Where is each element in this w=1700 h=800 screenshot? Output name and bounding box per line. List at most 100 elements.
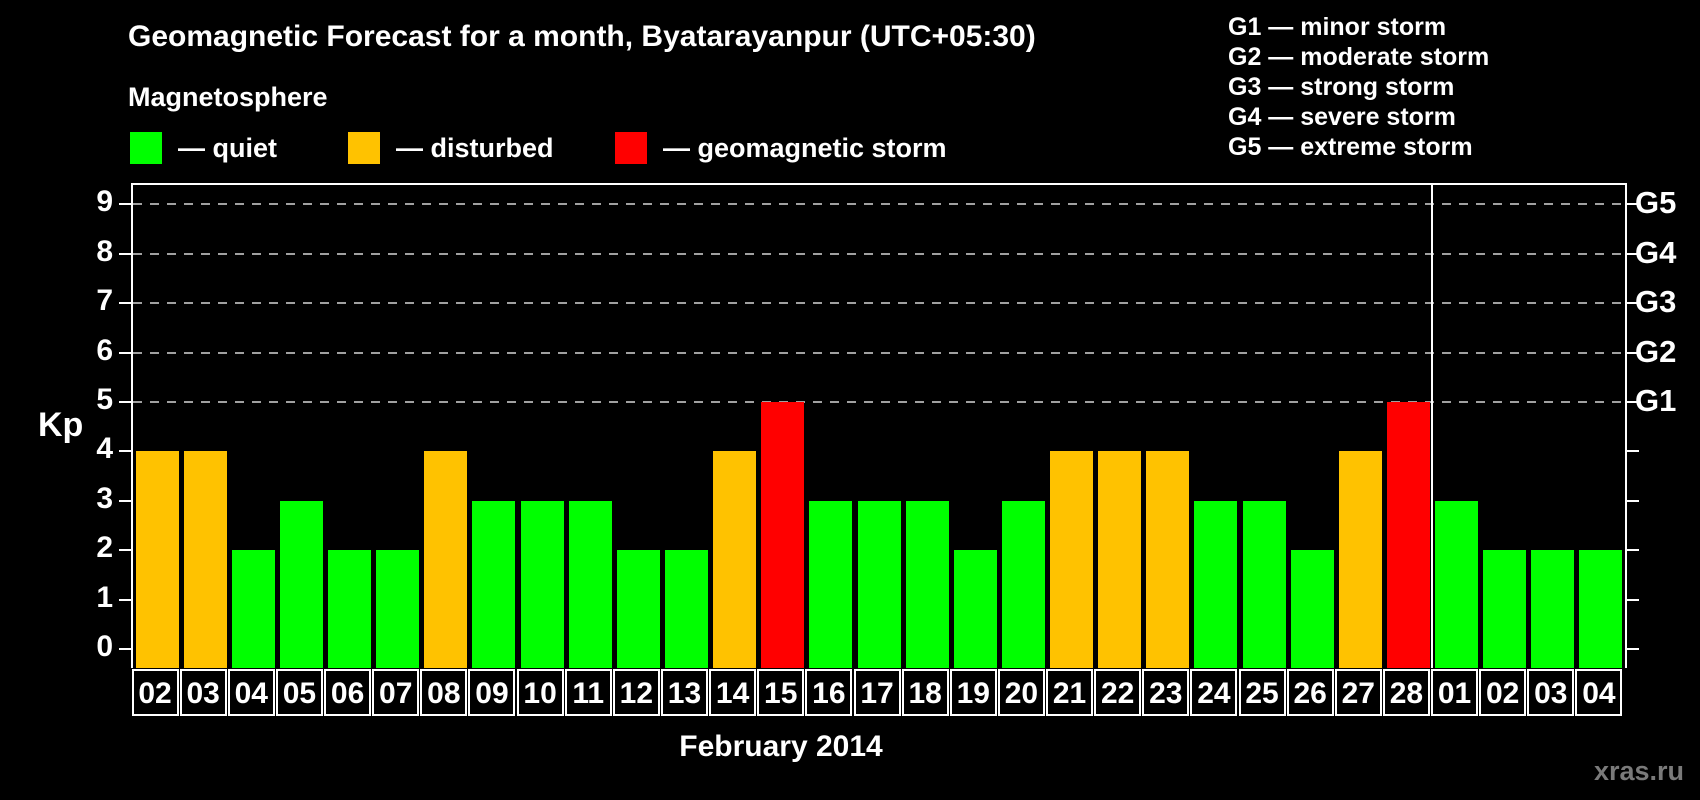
grid-line — [133, 302, 1625, 305]
y-tick — [119, 648, 131, 650]
legend-item-disturbed: — disturbed — [348, 132, 554, 164]
day-label-cell: 05 — [275, 669, 323, 716]
kp-bar — [1001, 500, 1045, 668]
day-label-cell: 28 — [1382, 669, 1430, 716]
kp-bar — [1242, 500, 1286, 668]
legend-label-storm: — geomagnetic storm — [663, 132, 947, 163]
kp-bar — [1531, 550, 1575, 668]
y-tick-right — [1627, 499, 1639, 502]
day-label-cell: 27 — [1334, 669, 1382, 716]
y-tick-right — [1627, 450, 1639, 453]
kp-bar — [424, 451, 468, 668]
kp-bar — [1146, 451, 1190, 668]
month-separator-line — [1431, 185, 1434, 668]
storm-scale-g4: G4 — severe storm — [1228, 103, 1456, 131]
g-axis-label: G3 — [1635, 284, 1677, 320]
kp-bar — [664, 550, 708, 668]
y-tick-label: 1 — [96, 580, 113, 614]
kp-bar — [328, 550, 372, 668]
g-axis-label: G2 — [1635, 333, 1677, 369]
y-tick-label: 5 — [96, 383, 113, 416]
y-tick — [119, 302, 131, 305]
legend-heading: Magnetosphere — [128, 82, 328, 112]
y-tick — [119, 203, 131, 206]
day-label-cell: 01 — [1431, 669, 1479, 716]
day-label-cell: 23 — [1142, 669, 1190, 716]
g-axis-label: G1 — [1635, 383, 1677, 418]
y-tick — [119, 252, 131, 255]
y-tick-label: 2 — [96, 531, 113, 565]
day-label-cell: 25 — [1238, 669, 1286, 716]
day-label-cell: 22 — [1094, 669, 1142, 716]
g-axis-label: G5 — [1635, 185, 1677, 221]
kp-bar — [1435, 500, 1479, 668]
kp-bar — [1050, 451, 1094, 668]
kp-bar — [376, 550, 420, 668]
y-tick — [119, 499, 131, 502]
kp-bar — [857, 500, 901, 668]
kp-bar — [183, 451, 227, 668]
g-axis-label: G4 — [1635, 234, 1677, 270]
day-label-cell: 15 — [757, 669, 805, 716]
kp-bar — [1579, 550, 1623, 668]
day-label-cell: 10 — [516, 669, 564, 716]
storm-scale-legend: G1 — minor storm G2 — moderate storm G3 … — [1228, 12, 1489, 162]
kp-bar — [472, 500, 516, 668]
day-label-cell: 13 — [660, 669, 708, 716]
day-label-cell: 14 — [709, 669, 757, 716]
kp-bar — [761, 402, 805, 668]
y-tick-right — [1627, 549, 1639, 552]
y-tick — [119, 351, 131, 354]
day-label-cell: 04 — [1575, 669, 1623, 716]
kp-bar — [568, 500, 612, 668]
day-label-cell: 11 — [564, 669, 612, 716]
legend-label-disturbed: — disturbed — [396, 132, 554, 163]
y-tick-right — [1627, 598, 1639, 601]
day-label-cell: 19 — [949, 669, 997, 716]
y-tick — [119, 401, 131, 403]
y-tick-label: 4 — [96, 432, 113, 466]
kp-bar — [616, 550, 660, 668]
y-tick — [119, 450, 131, 453]
day-label-cell: 17 — [853, 669, 901, 716]
day-label-cell: 20 — [997, 669, 1045, 716]
storm-color-swatch — [615, 132, 647, 164]
kp-bar — [520, 500, 564, 668]
day-label-cell: 04 — [227, 669, 275, 716]
day-axis-row: 02 03 04 05 06 07 08 09 10 11 12 13 14 15 16 17 18 19 20 21… — [131, 669, 1623, 716]
kp-bar — [1098, 451, 1142, 668]
day-label-cell: 08 — [420, 669, 468, 716]
kp-bar — [713, 451, 757, 668]
day-label-cell: 02 — [131, 669, 179, 716]
legend-label-quiet: — quiet — [178, 132, 277, 163]
day-label-cell: 18 — [901, 669, 949, 716]
disturbed-color-swatch — [348, 132, 380, 164]
grid-line — [133, 351, 1625, 354]
kp-bar — [1483, 550, 1527, 668]
day-label-cell: 09 — [468, 669, 516, 716]
kp-bar — [1290, 550, 1334, 668]
kp-bar — [953, 550, 997, 668]
plot-area: 0 1 2 3 4 5 6 7 8 9 G1 G2 G3 G4 G5 — [96, 183, 1676, 668]
kp-bar — [905, 500, 949, 668]
legend-item-storm: — geomagnetic storm — [615, 132, 947, 164]
y-tick-label: 3 — [96, 481, 113, 515]
legend-item-quiet: — quiet — [130, 132, 277, 164]
day-label-cell: 03 — [1527, 669, 1575, 716]
day-label-cell: 26 — [1286, 669, 1334, 716]
storm-scale-g1: G1 — minor storm — [1228, 13, 1447, 41]
geomagnetic-forecast-chart: Geomagnetic Forecast for a month, Byatar… — [0, 0, 1700, 800]
y-tick-label: 8 — [96, 234, 113, 268]
y-tick-label: 0 — [96, 630, 113, 663]
grid-line — [133, 252, 1625, 255]
kp-bar — [279, 500, 323, 668]
kp-bar — [1386, 402, 1430, 668]
storm-scale-g2: G2 — moderate storm — [1228, 43, 1490, 71]
watermark: xras.ru — [1593, 756, 1684, 786]
kp-bar — [809, 500, 853, 668]
kp-bar — [1194, 500, 1238, 668]
chart-title: Geomagnetic Forecast for a month, Byatar… — [128, 20, 1036, 53]
day-label-cell: 07 — [372, 669, 420, 716]
quiet-color-swatch — [130, 132, 162, 164]
month-label: February 2014 — [679, 730, 883, 763]
